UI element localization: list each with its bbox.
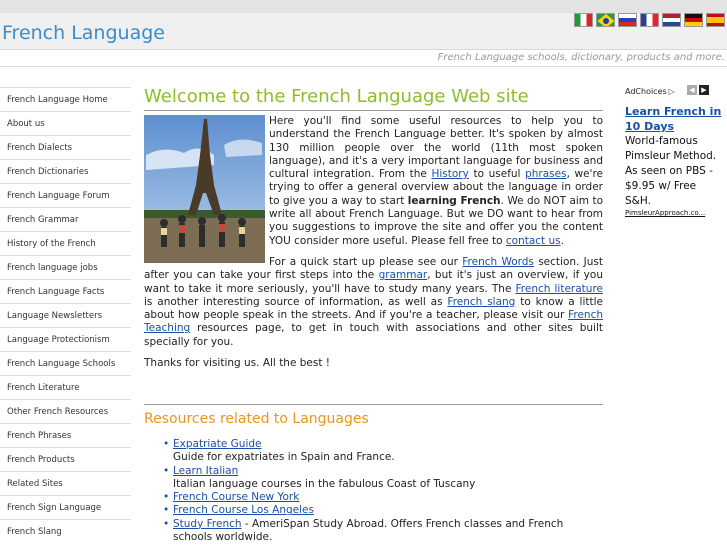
page-heading: Welcome to the French Language Web site [144, 85, 603, 111]
sidebar-nav: French Language Home About us French Diale… [0, 87, 131, 543]
intro-p2-text-6: resources page, to get in touch with ass… [144, 322, 603, 348]
intro-p1-text-5: . [560, 234, 564, 247]
resource-link[interactable]: Expatriate Guide [173, 438, 261, 450]
resource-item: Study French - AmeriSpan Study Abroad. O… [144, 518, 603, 545]
resource-item: French Course New York [144, 491, 603, 505]
sidebar-item[interactable]: French Language Facts [0, 279, 131, 303]
sidebar-item[interactable]: French Language Home [0, 87, 131, 111]
intro-p2-text: For a quick start up please see our [269, 255, 463, 268]
sidebar-item[interactable]: Other French Resources [0, 399, 131, 423]
sidebar-item[interactable]: French Literature [0, 375, 131, 399]
resource-item: Expatriate GuideGuide for expatriates in… [144, 438, 603, 465]
header-divider [0, 66, 727, 67]
top-strip [0, 0, 727, 13]
ad-url-link[interactable]: PimsleurApproach.co... [625, 209, 725, 217]
resource-desc: Guide for expatriates in Spain and Franc… [173, 451, 395, 464]
resource-item: French Course Los Angeles [144, 504, 603, 518]
intro-p1-text-2: to useful [468, 168, 526, 181]
adchoices-text: AdChoices [625, 86, 667, 96]
french-slang-link[interactable]: French slang [447, 296, 515, 308]
sidebar-item[interactable]: French Sign Language [0, 495, 131, 519]
italy-flag[interactable] [574, 13, 593, 27]
ad-nav: ◀ ▶ [687, 85, 709, 95]
adchoices-icon: ▷ [668, 86, 675, 96]
thanks-text: Thanks for visiting us. All the best ! [144, 357, 331, 370]
french-words-link[interactable]: French Words [462, 256, 534, 268]
resources-list: Expatriate GuideGuide for expatriates in… [144, 438, 603, 544]
sidebar-item[interactable]: French Phrases [0, 423, 131, 447]
brazil-globe [603, 18, 609, 24]
tagline: French Language schools, dictionary, pro… [437, 52, 725, 63]
sidebar-item[interactable]: French Slang [0, 519, 131, 543]
sidebar-item[interactable]: Language Newsletters [0, 303, 131, 327]
sidebar-item[interactable]: French language jobs [0, 255, 131, 279]
intro-text: Here you'll find some useful resources t… [144, 115, 603, 370]
main-content: Welcome to the French Language Web site [144, 82, 603, 378]
resource-link[interactable]: French Course New York [173, 491, 299, 503]
ad-body: World-famous Pimsleur Method. As seen on… [625, 135, 717, 207]
sidebar-item[interactable]: Language Protectionism [0, 327, 131, 351]
spain-flag[interactable] [706, 13, 725, 27]
sidebar-item[interactable]: French Grammar [0, 207, 131, 231]
site-title[interactable]: French Language [2, 22, 165, 44]
france-flag[interactable] [640, 13, 659, 27]
brazil-flag[interactable] [596, 13, 615, 27]
sidebar-item[interactable]: French Language Forum [0, 183, 131, 207]
french-literature-link[interactable]: French literature [516, 283, 604, 295]
resources-heading: Resources related to Languages [144, 411, 369, 427]
sidebar-item[interactable]: History of the French [0, 231, 131, 255]
language-flags [574, 13, 725, 27]
resource-link[interactable]: French Course Los Angeles [173, 504, 314, 516]
adchoices-label[interactable]: AdChoices ▷ [625, 82, 725, 100]
resource-item: Learn ItalianItalian language courses in… [144, 465, 603, 492]
history-link[interactable]: History [431, 168, 468, 180]
russia-flag[interactable] [618, 13, 637, 27]
sidebar-item[interactable]: French Dictionaries [0, 159, 131, 183]
sidebar-item[interactable]: French Language Schools [0, 351, 131, 375]
resources-divider [144, 404, 603, 405]
sidebar-item[interactable]: French Products [0, 447, 131, 471]
netherlands-flag[interactable] [662, 13, 681, 27]
resource-link[interactable]: Learn Italian [173, 465, 238, 477]
ad-panel: AdChoices ▷ ◀ ▶ Learn French in 10 Days … [625, 82, 725, 217]
sidebar-item[interactable]: Related Sites [0, 471, 131, 495]
next-ad-icon[interactable]: ▶ [699, 85, 709, 95]
resource-link[interactable]: Study French [173, 518, 242, 530]
germany-flag[interactable] [684, 13, 703, 27]
learning-french-bold: learning French [407, 194, 501, 207]
phrases-link[interactable]: phrases [525, 168, 566, 180]
sidebar-item[interactable]: About us [0, 111, 131, 135]
ad-title-link[interactable]: Learn French in 10 Days [625, 104, 725, 134]
grammar-link[interactable]: grammar [379, 269, 428, 281]
sidebar-item[interactable]: French Dialects [0, 135, 131, 159]
resource-desc: Italian language courses in the fabulous… [173, 477, 476, 490]
intro-p2-text-4: is another interesting source of informa… [144, 295, 448, 308]
prev-ad-icon[interactable]: ◀ [687, 85, 697, 95]
eiffel-tower-photo [144, 115, 265, 263]
contact-link[interactable]: contact us [506, 235, 561, 247]
